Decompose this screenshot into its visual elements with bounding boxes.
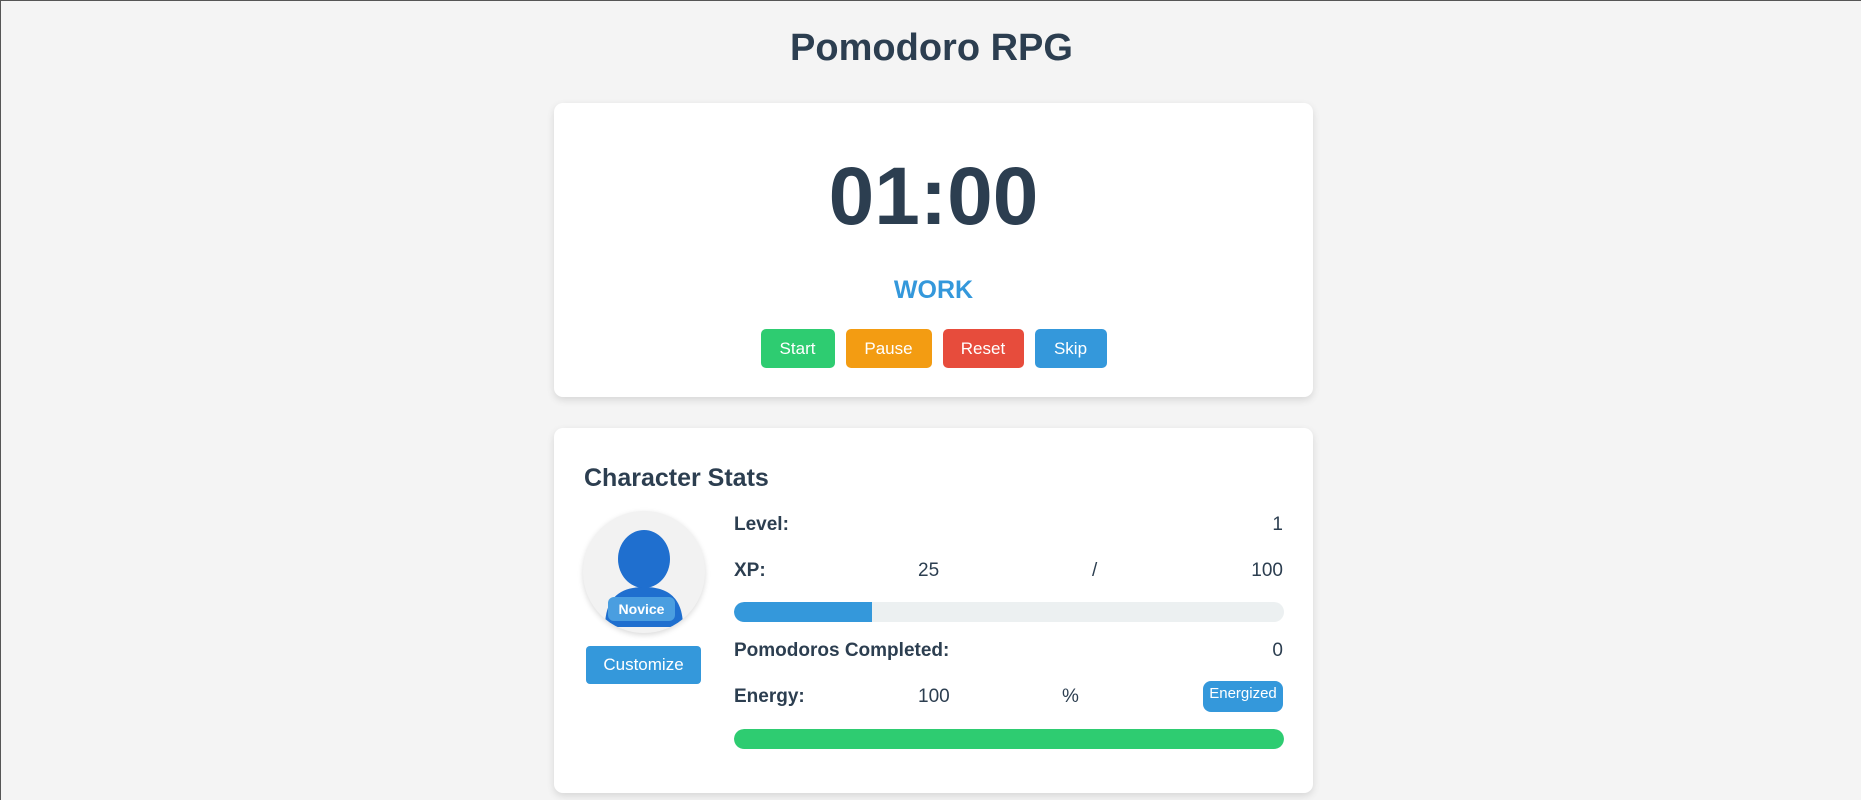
energy-status-badge: Energized xyxy=(1203,681,1283,712)
energy-progress-bar xyxy=(734,729,1284,749)
skip-button[interactable]: Skip xyxy=(1034,329,1107,368)
xp-separator: / xyxy=(1092,560,1098,581)
timer-mode-label: WORK xyxy=(893,276,974,304)
energy-value: 100 xyxy=(918,686,950,707)
pomodoros-value: 0 xyxy=(1272,640,1283,661)
xp-progress-bar xyxy=(734,602,1284,622)
energy-label: Energy: xyxy=(734,686,805,707)
app-title: Pomodoro RPG xyxy=(790,27,1073,69)
avatar: Novice xyxy=(583,511,705,633)
energy-row: Energy: 100 % Energized xyxy=(734,681,1283,712)
pomodoros-label: Pomodoros Completed: xyxy=(734,640,950,661)
energy-progress-fill xyxy=(734,729,1284,749)
pause-button[interactable]: Pause xyxy=(845,329,932,368)
timer-controls: Start Pause Reset Skip xyxy=(554,329,1313,368)
avatar-rank-badge: Novice xyxy=(608,597,675,621)
character-stats-title: Character Stats xyxy=(584,464,769,492)
level-value: 1 xyxy=(1272,514,1283,535)
xp-current-value: 25 xyxy=(918,560,940,581)
xp-max-value: 100 xyxy=(1251,560,1283,581)
pomodoros-row: Pomodoros Completed: 0 xyxy=(734,636,1283,666)
customize-button[interactable]: Customize xyxy=(586,646,701,684)
level-label: Level: xyxy=(734,514,789,535)
start-button[interactable]: Start xyxy=(760,329,835,368)
level-row: Level: 1 xyxy=(734,510,1283,540)
xp-row: XP: 25 / 100 xyxy=(734,556,1283,586)
timer-display: 01:00 xyxy=(828,151,1039,242)
energy-unit: % xyxy=(1062,686,1079,707)
xp-label: XP: xyxy=(734,560,766,581)
xp-progress-fill xyxy=(734,602,872,622)
reset-button[interactable]: Reset xyxy=(942,329,1024,368)
